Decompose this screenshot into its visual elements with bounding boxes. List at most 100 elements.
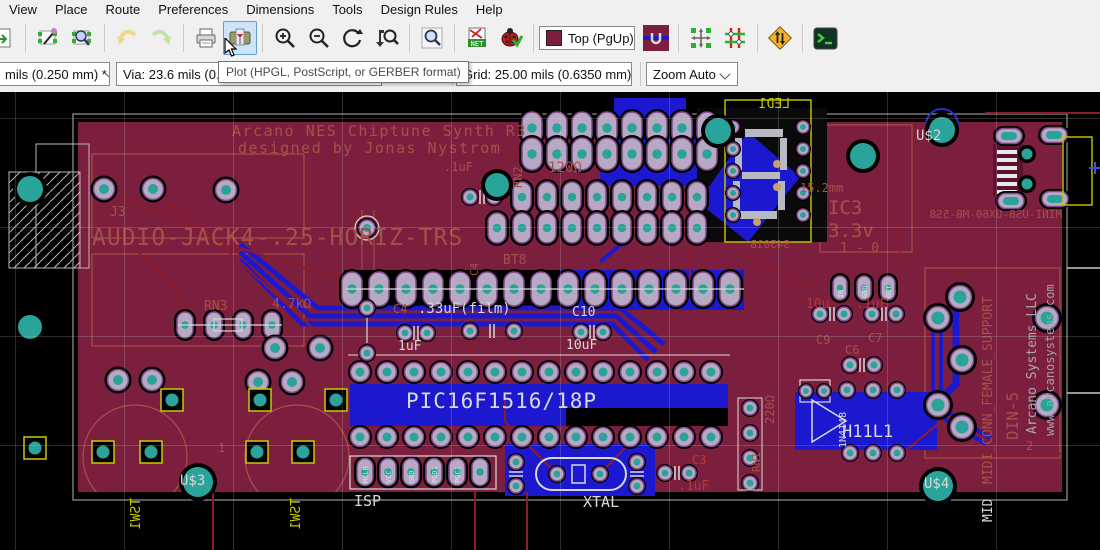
- isp-pin-gnd: GND: [408, 470, 416, 483]
- ref-rn1: RN1: [750, 452, 763, 472]
- mcu-label: PIC16F1516/18P: [406, 389, 597, 413]
- ref-c10: C10: [572, 305, 595, 320]
- ratsnest-grid-icon: [723, 26, 747, 50]
- swap-layers-icon: [767, 25, 793, 51]
- isp-label: ISP: [354, 492, 381, 510]
- d1-value: 1N4148: [838, 412, 849, 448]
- isp-pin-pgc1: PGC1: [454, 466, 462, 483]
- zoom-value: Zoom Auto: [653, 67, 716, 82]
- grid-size-value: Grid: 25.00 mils (0.6350 mm): [463, 67, 631, 82]
- print-icon: [194, 26, 218, 50]
- ref-c6: C6: [845, 343, 859, 357]
- menu-design-rules[interactable]: Design Rules: [372, 2, 467, 17]
- grid-size-selector[interactable]: Grid: 25.00 mils (0.6350 mm): [456, 62, 632, 86]
- track-width-selector[interactable]: mils (0.250 mm) *: [0, 62, 110, 86]
- pcb-title: Arcano NES Chiptune Synth R3: [232, 122, 527, 140]
- netlist-button[interactable]: NET: [460, 21, 494, 55]
- ref-u2: U$2: [916, 128, 941, 144]
- plot-tooltip: Plot (HPGL, PostScript, or GERBER format…: [218, 61, 469, 83]
- swap-layers-button[interactable]: [763, 21, 797, 55]
- rn3-value: 4.7kΩ: [272, 297, 311, 312]
- main-toolbar: NET Top (PgUp): [0, 18, 1100, 58]
- c4-value: .33uF(film): [418, 301, 511, 317]
- pcb-drawing: Arcano NES Chiptune Synth R3 designed by…: [0, 92, 1100, 550]
- layer-selector[interactable]: Top (PgUp): [539, 26, 635, 50]
- new-board-button[interactable]: [0, 21, 20, 55]
- cap-10u: 10u: [806, 297, 829, 312]
- c3-value: .1uF: [678, 479, 709, 494]
- zoom-out-button[interactable]: [302, 21, 336, 55]
- pcb-canvas[interactable]: Arcano NES Chiptune Synth R3 designed by…: [0, 92, 1100, 550]
- menu-route[interactable]: Route: [96, 2, 149, 17]
- module-editor-button[interactable]: [31, 21, 65, 55]
- microvia-toggle-button[interactable]: [639, 21, 673, 55]
- ref-c4: C4: [393, 302, 407, 316]
- menu-tools[interactable]: Tools: [323, 2, 371, 17]
- io-marks: 1 - 0: [840, 241, 879, 256]
- isp-pin-pgd1: PGD1: [431, 466, 439, 483]
- layer-selector-value: Top (PgUp): [568, 31, 634, 46]
- print-button[interactable]: [189, 21, 223, 55]
- zoom-selector[interactable]: Zoom Auto: [646, 62, 738, 86]
- url-label: www.arcanosystems.com: [1043, 284, 1057, 436]
- drc-button[interactable]: [494, 21, 528, 55]
- ic3-value: 3.3v: [828, 220, 874, 242]
- xtal-label: XTAL: [583, 493, 619, 511]
- usb-footprint-label: MINI-USB-UX60-MB-5S8: [930, 208, 1062, 221]
- c4-sub: 1uF: [398, 339, 422, 354]
- reg-pin-in: IN: [837, 290, 845, 298]
- menu-place[interactable]: Place: [46, 2, 97, 17]
- module-search-button[interactable]: [65, 21, 99, 55]
- zoom-fit-button[interactable]: [370, 21, 404, 55]
- find-button[interactable]: [415, 21, 449, 55]
- redraw-button[interactable]: [336, 21, 370, 55]
- menu-help[interactable]: Help: [467, 2, 512, 17]
- layer-color-swatch: [546, 30, 562, 46]
- zoom-fit-icon: [375, 26, 399, 50]
- cap-point1uf-a: .1uF: [444, 160, 473, 174]
- aux-toolbar: mils (0.250 mm) * Via: 23.6 mils (0.60 m…: [0, 58, 1100, 93]
- scripting-console-button[interactable]: [808, 21, 842, 55]
- ref-u3: U$3: [180, 473, 205, 489]
- ref-c7: C7: [868, 331, 882, 345]
- zoom-in-button[interactable]: [268, 21, 302, 55]
- pin1-label: 1: [218, 441, 225, 455]
- ladybug-icon: [499, 26, 523, 50]
- ref-c4-vert: C4: [468, 262, 481, 276]
- reg-pin-out: OUT: [885, 285, 893, 298]
- menu-dimensions[interactable]: Dimensions: [237, 2, 323, 17]
- svg-text:NET: NET: [471, 40, 484, 48]
- redo-button[interactable]: [144, 21, 178, 55]
- cap-point1uf-b: .1uF: [856, 297, 887, 312]
- ref-c3: C3: [692, 453, 706, 467]
- ref-sw-left: TSW1: [129, 498, 144, 529]
- footprint-mode-button[interactable]: [684, 21, 718, 55]
- dim-15mm: 15.2mm: [800, 181, 843, 195]
- ref-rn2: RN2: [511, 166, 525, 188]
- isp-pin-mclr: MCLR: [362, 465, 370, 483]
- redraw-icon: [341, 26, 365, 50]
- ref-bt8: BT8: [503, 253, 526, 268]
- plot-icon: [228, 26, 252, 50]
- ref-c9: C9: [816, 333, 830, 347]
- module-search-icon: [70, 26, 94, 50]
- netlist-icon: NET: [465, 26, 489, 50]
- menu-view[interactable]: View: [0, 2, 46, 17]
- chevron-down-icon: [719, 68, 730, 79]
- find-icon: [420, 26, 444, 50]
- midi-support-tail: MID: [981, 498, 996, 522]
- isp-pin-vcc: VCC: [385, 470, 393, 483]
- plot-button[interactable]: [223, 21, 257, 55]
- reg-pin-gnd: GND: [861, 285, 869, 298]
- undo-icon: [115, 26, 139, 50]
- ref-u4: U$4: [924, 476, 949, 492]
- terminal-icon: [813, 26, 838, 51]
- zoom-out-icon: [307, 26, 331, 50]
- footprint-arrows-icon: [689, 26, 713, 50]
- menu-preferences[interactable]: Preferences: [149, 2, 237, 17]
- undo-button[interactable]: [110, 21, 144, 55]
- ref-sw-right: TSW1: [289, 498, 304, 529]
- ref-rn3: RN3: [204, 299, 227, 314]
- ratsnest-mode-button[interactable]: [718, 21, 752, 55]
- ref-j3: J3: [110, 205, 126, 220]
